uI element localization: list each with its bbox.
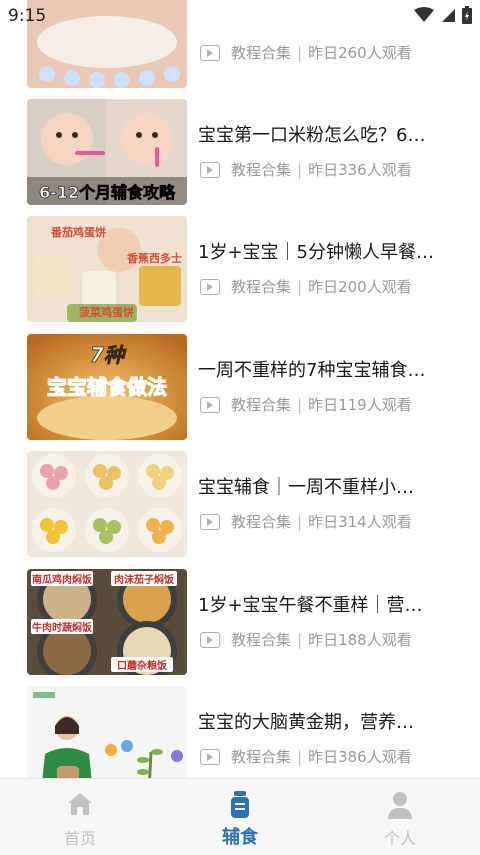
tab-profile-label: 个人 [383, 829, 416, 848]
play-icon [200, 748, 220, 765]
user-icon [388, 792, 412, 819]
wifi-icon [414, 7, 434, 22]
video-title[interactable]: 宝宝辅食｜一周不重样小… [198, 473, 448, 499]
divider: | [297, 512, 303, 531]
thumbnail-caption: 肉沫茄子焖饭 [114, 573, 174, 586]
video-category: 教程合集 [231, 748, 292, 766]
thumbnail-caption: 菠菜鸡蛋饼 [79, 305, 134, 319]
thumbnail-caption: 香蕉西多士 [126, 251, 182, 265]
tab-food[interactable]: 辅食 [160, 779, 320, 855]
video-meta: 教程合集 | 昨日119人观看 [200, 394, 412, 415]
video-stats: 昨日119人观看 [308, 396, 412, 414]
status-icons [414, 6, 472, 24]
video-meta: 教程合集 | 昨日336人观看 [200, 159, 412, 180]
thumbnail-caption: 6-12个月辅食攻略 [39, 183, 176, 202]
video-category: 教程合集 [231, 278, 292, 296]
video-thumbnail[interactable] [27, 451, 187, 557]
video-stats: 昨日314人观看 [308, 513, 412, 531]
video-feed[interactable]: 教程合集 | 昨日260人观看 6-12个月辅食攻略 宝宝第一口米粉怎么吃？6… [0, 0, 480, 778]
thumbnail-caption: 南瓜鸡肉焖饭 [32, 573, 92, 586]
video-category: 教程合集 [231, 161, 292, 179]
status-bar: 9:15 [0, 0, 480, 32]
video-thumbnail[interactable]: 6-12个月辅食攻略 [27, 99, 187, 205]
video-stats: 昨日200人观看 [308, 278, 412, 296]
video-thumbnail[interactable] [27, 686, 187, 778]
play-icon [200, 44, 220, 61]
video-meta: 教程合集 | 昨日386人观看 [200, 746, 412, 767]
play-icon [200, 396, 220, 413]
video-stats: 昨日386人观看 [308, 748, 412, 766]
play-icon [200, 513, 220, 530]
tab-profile[interactable]: 个人 [320, 779, 480, 855]
video-stats: 昨日188人观看 [308, 631, 412, 649]
divider: | [297, 277, 303, 296]
video-thumbnail[interactable]: 番茄鸡蛋饼 香蕉西多士 菠菜鸡蛋饼 [27, 216, 187, 322]
tab-home[interactable]: 首页 [0, 779, 160, 855]
divider: | [297, 747, 303, 766]
video-category: 教程合集 [231, 513, 292, 531]
bottom-tab-bar: 首页 辅食 个人 [0, 778, 480, 855]
feed-item[interactable]: 宝宝的大脑黄金期，营养… 教程合集 | 昨日386人观看 [0, 686, 480, 778]
video-title[interactable]: 1岁+宝宝｜5分钟懒人早餐… [198, 238, 448, 264]
play-icon [200, 278, 220, 295]
divider: | [297, 160, 303, 179]
thumbnail-caption: 口蘑杂粮饭 [117, 659, 167, 672]
tab-home-label: 首页 [63, 829, 96, 848]
video-stats: 昨日260人观看 [308, 44, 412, 62]
video-thumbnail[interactable]: 南瓜鸡肉焖饭 肉沫茄子焖饭 牛肉时蔬焖饭 口蘑杂粮饭 [27, 569, 187, 675]
thumbnail-caption: 宝宝辅食做法 [47, 375, 167, 399]
play-icon [200, 161, 220, 178]
tab-food-label: 辅食 [222, 827, 258, 848]
thumbnail-caption: 番茄鸡蛋饼 [50, 225, 106, 239]
signal-icon [442, 9, 455, 22]
video-category: 教程合集 [231, 631, 292, 649]
divider: | [297, 395, 303, 414]
video-thumbnail[interactable]: 7种 宝宝辅食做法 [27, 334, 187, 440]
video-title[interactable]: 1岁+宝宝午餐不重样｜营… [198, 591, 448, 617]
video-title[interactable]: 一周不重样的7种宝宝辅食… [198, 356, 448, 382]
video-meta: 教程合集 | 昨日260人观看 [200, 42, 412, 63]
feed-item[interactable]: 宝宝辅食｜一周不重样小… 教程合集 | 昨日314人观看 [0, 451, 480, 568]
video-category: 教程合集 [231, 396, 292, 414]
feed-item[interactable]: 7种 宝宝辅食做法 一周不重样的7种宝宝辅食… 教程合集 | 昨日119人观看 [0, 334, 480, 451]
video-meta: 教程合集 | 昨日314人观看 [200, 511, 412, 532]
video-meta: 教程合集 | 昨日200人观看 [200, 276, 412, 297]
thumbnail-caption: 7种 [90, 343, 127, 367]
battery-icon [462, 6, 472, 24]
divider: | [297, 43, 303, 62]
video-meta: 教程合集 | 昨日188人观看 [200, 629, 412, 650]
play-icon [200, 631, 220, 648]
status-time: 9:15 [8, 6, 47, 26]
video-stats: 昨日336人观看 [308, 161, 412, 179]
baby-food-icon [231, 791, 249, 818]
feed-item[interactable]: 6-12个月辅食攻略 宝宝第一口米粉怎么吃？6… 教程合集 | 昨日336人观看 [0, 99, 480, 216]
video-title[interactable]: 宝宝的大脑黄金期，营养… [198, 708, 448, 734]
feed-item[interactable]: 南瓜鸡肉焖饭 肉沫茄子焖饭 牛肉时蔬焖饭 口蘑杂粮饭 1岁+宝宝午餐不重样｜营…… [0, 569, 480, 686]
home-icon [68, 793, 92, 815]
thumbnail-caption: 牛肉时蔬焖饭 [32, 621, 92, 634]
video-title[interactable]: 宝宝第一口米粉怎么吃？6… [198, 121, 448, 147]
divider: | [297, 630, 303, 649]
feed-item[interactable]: 番茄鸡蛋饼 香蕉西多士 菠菜鸡蛋饼 1岁+宝宝｜5分钟懒人早餐… 教程合集 | … [0, 216, 480, 333]
video-category: 教程合集 [231, 44, 292, 62]
